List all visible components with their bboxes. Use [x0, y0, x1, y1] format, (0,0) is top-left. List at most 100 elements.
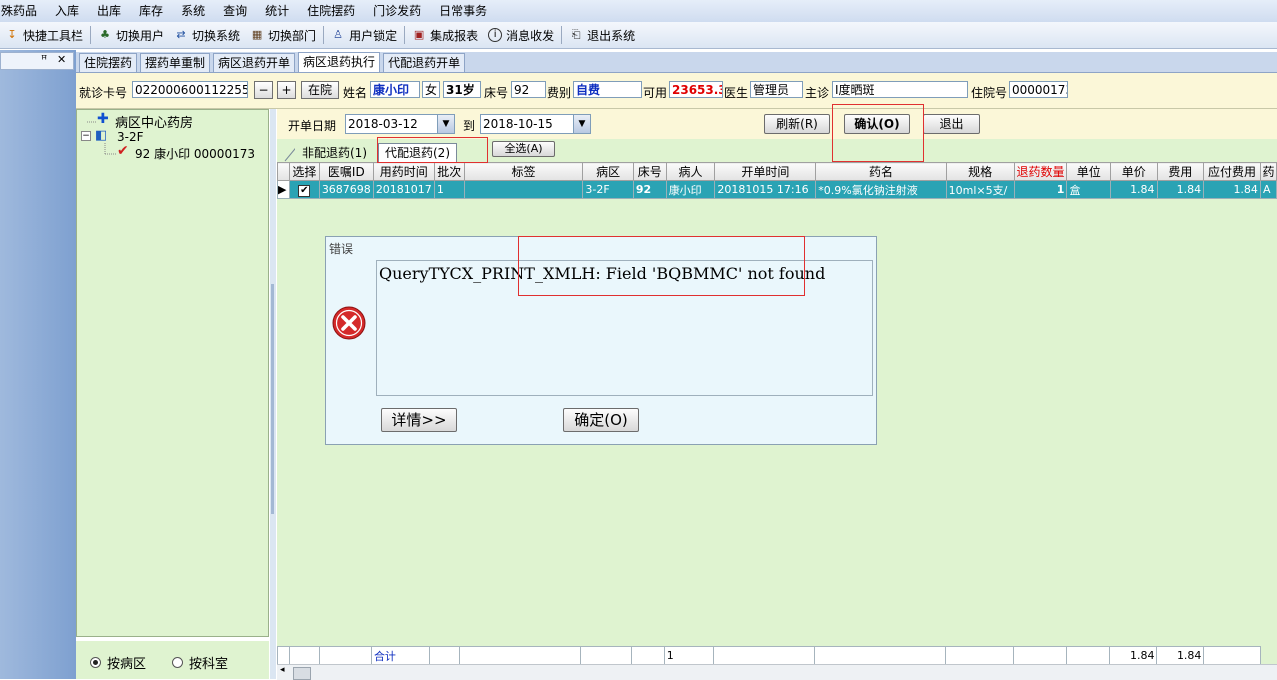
tab-proxy-return-order[interactable]: 代配退药开单: [383, 53, 465, 72]
column-header-return-qty[interactable]: 退药数量: [1014, 163, 1067, 181]
details-button[interactable]: 详情>>: [381, 408, 457, 432]
pin-icon[interactable]: ꟸ: [41, 53, 47, 66]
messages-button[interactable]: i 消息收发: [483, 24, 559, 46]
column-header-drug-name[interactable]: 药名: [816, 163, 946, 181]
plus-button[interactable]: +: [277, 81, 296, 99]
by-department-radio[interactable]: 按科室: [172, 653, 228, 672]
toolbar-separator: [404, 26, 405, 44]
date-label: 开单日期: [288, 117, 336, 134]
switch-system-button[interactable]: ⇄ 切换系统: [169, 24, 245, 46]
switch-user-button[interactable]: ♣ 切换用户: [93, 24, 169, 46]
column-header-ward[interactable]: 病区: [583, 163, 633, 181]
column-header-price[interactable]: 单价: [1110, 163, 1157, 181]
menu-stock-in[interactable]: 入库: [46, 0, 88, 22]
tab-non-proxy-return[interactable]: 非配退药(1): [295, 143, 374, 163]
fee-type-field: 自费: [573, 81, 642, 98]
lock-user-button[interactable]: ♙ 用户锁定: [326, 24, 402, 46]
checkmark-icon: ✔: [117, 143, 129, 159]
column-header-fee[interactable]: 费用: [1157, 163, 1204, 181]
menu-bar: 殊药品 入库 出库 库存 系统 查询 统计 住院摆药 门诊发药 日常事务: [0, 0, 1277, 22]
cell-spec: 10ml×5支/: [946, 181, 1014, 199]
cell-price: 1.84: [1110, 181, 1157, 199]
column-header-bed[interactable]: 床号: [633, 163, 666, 181]
column-header-patient[interactable]: 病人: [666, 163, 715, 181]
inpatient-button[interactable]: 在院: [301, 81, 339, 99]
cell-return-qty[interactable]: 1: [1014, 181, 1067, 199]
select-all-button[interactable]: 全选(A): [492, 141, 555, 157]
row-checkbox[interactable]: ✔: [289, 181, 319, 199]
column-header-unit[interactable]: 单位: [1067, 163, 1111, 181]
cell-drug-name: *0.9%氯化钠注射液: [816, 181, 946, 199]
error-icon: [332, 306, 366, 340]
column-header-use-time[interactable]: 用药时间: [373, 163, 434, 181]
cell-use-time: 20181017: [373, 181, 434, 199]
chevron-down-icon[interactable]: ▼: [437, 115, 454, 133]
shortcut-toolbar-button[interactable]: ↧ 快捷工具栏: [0, 24, 88, 46]
menu-daily-affairs[interactable]: 日常事务: [430, 0, 496, 22]
panel-splitter[interactable]: [270, 109, 276, 679]
exit-system-button[interactable]: ⎗ 退出系统: [564, 24, 640, 46]
menu-outpatient-dispense[interactable]: 门诊发药: [364, 0, 430, 22]
radio-unselected-icon: [172, 657, 183, 668]
add-icon: ✚: [97, 111, 109, 127]
column-header-order-id[interactable]: 医嘱ID: [319, 163, 373, 181]
menu-statistics[interactable]: 统计: [256, 0, 298, 22]
radio-selected-icon: [90, 657, 101, 668]
tab-dispense-list-redo[interactable]: 摆药单重制: [140, 53, 210, 72]
column-header-open-time[interactable]: 开单时间: [715, 163, 816, 181]
splitter-grip[interactable]: [271, 284, 274, 514]
integrated-report-button[interactable]: ▣ 集成报表: [407, 24, 483, 46]
grid-header-row: 选择 医嘱ID 用药时间 批次 标签 病区 床号 病人 开单时间 药名 规格 退…: [278, 163, 1277, 181]
tree-patient-node[interactable]: 92 康小印 00000173: [135, 145, 255, 162]
table-row[interactable]: ▶ ✔ 3687698 20181017 1 3-2F 92 康小印 20181…: [278, 181, 1277, 199]
column-header-payable[interactable]: 应付费用: [1204, 163, 1261, 181]
from-date-picker[interactable]: 2018-03-12 ▼: [345, 114, 455, 134]
return-drug-grid: 选择 医嘱ID 用药时间 批次 标签 病区 床号 病人 开单时间 药名 规格 退…: [277, 162, 1277, 198]
column-header-extra[interactable]: 药: [1260, 163, 1276, 181]
cell-unit: 盒: [1067, 181, 1111, 199]
to-date-picker[interactable]: 2018-10-15 ▼: [480, 114, 591, 134]
collapse-icon[interactable]: −: [81, 131, 91, 141]
tree-root-pharmacy[interactable]: 病区中心药房: [115, 112, 193, 131]
toolbar-separator: [561, 26, 562, 44]
scrollbar-thumb[interactable]: [293, 667, 311, 680]
tree-ward-node[interactable]: 3-2F: [117, 130, 144, 144]
name-field: 康小印: [370, 81, 420, 98]
close-icon[interactable]: ✕: [57, 53, 66, 66]
doctor-label: 医生: [724, 84, 748, 101]
menu-inventory[interactable]: 库存: [130, 0, 172, 22]
card-no-field[interactable]: 0220006001122557: [132, 81, 248, 98]
available-label: 可用: [643, 84, 667, 101]
menu-inpatient-dispense[interactable]: 住院摆药: [298, 0, 364, 22]
by-ward-radio[interactable]: 按病区: [90, 653, 146, 672]
refresh-button[interactable]: 刷新(R): [764, 114, 830, 134]
tab-inpatient-dispense[interactable]: 住院摆药: [79, 53, 137, 72]
footer-table: 合计 1 1.84 1.84: [277, 646, 1277, 665]
horizontal-scrollbar[interactable]: ◂: [277, 664, 1277, 680]
menu-stock-out[interactable]: 出库: [88, 0, 130, 22]
column-header-tag[interactable]: 标签: [464, 163, 583, 181]
switch-department-button[interactable]: ▦ 切换部门: [245, 24, 321, 46]
exit-button[interactable]: 退出: [923, 114, 980, 134]
column-header-select[interactable]: 选择: [289, 163, 319, 181]
tab-proxy-return[interactable]: 代配退药(2): [378, 143, 457, 163]
grouping-radio-group: 按病区 按科室: [76, 641, 269, 679]
menu-special-drugs[interactable]: 殊药品: [0, 0, 46, 22]
confirm-button[interactable]: 确认(O): [844, 114, 910, 134]
column-header-batch[interactable]: 批次: [434, 163, 464, 181]
toolbar-separator: [323, 26, 324, 44]
tab-ward-return-execute[interactable]: 病区退药执行: [298, 52, 380, 72]
column-header-spec[interactable]: 规格: [946, 163, 1014, 181]
ok-button[interactable]: 确定(O): [563, 408, 639, 432]
scroll-left-icon[interactable]: ◂: [280, 665, 285, 675]
tab-ward-return-order[interactable]: 病区退药开单: [213, 53, 295, 72]
minus-button[interactable]: −: [254, 81, 273, 99]
menu-system[interactable]: 系统: [172, 0, 214, 22]
department-icon: ▦: [250, 28, 264, 42]
menu-query[interactable]: 查询: [214, 0, 256, 22]
lock-user-icon: ♙: [331, 28, 345, 42]
users-icon: ♣: [98, 28, 112, 42]
chevron-down-icon[interactable]: ▼: [573, 115, 590, 133]
document-tabs: 住院摆药 摆药单重制 病区退药开单 病区退药执行 代配退药开单: [76, 52, 1277, 73]
error-dialog: 错误 QueryTYCX_PRINT_XMLH: Field 'BQBMMC' …: [325, 236, 877, 445]
